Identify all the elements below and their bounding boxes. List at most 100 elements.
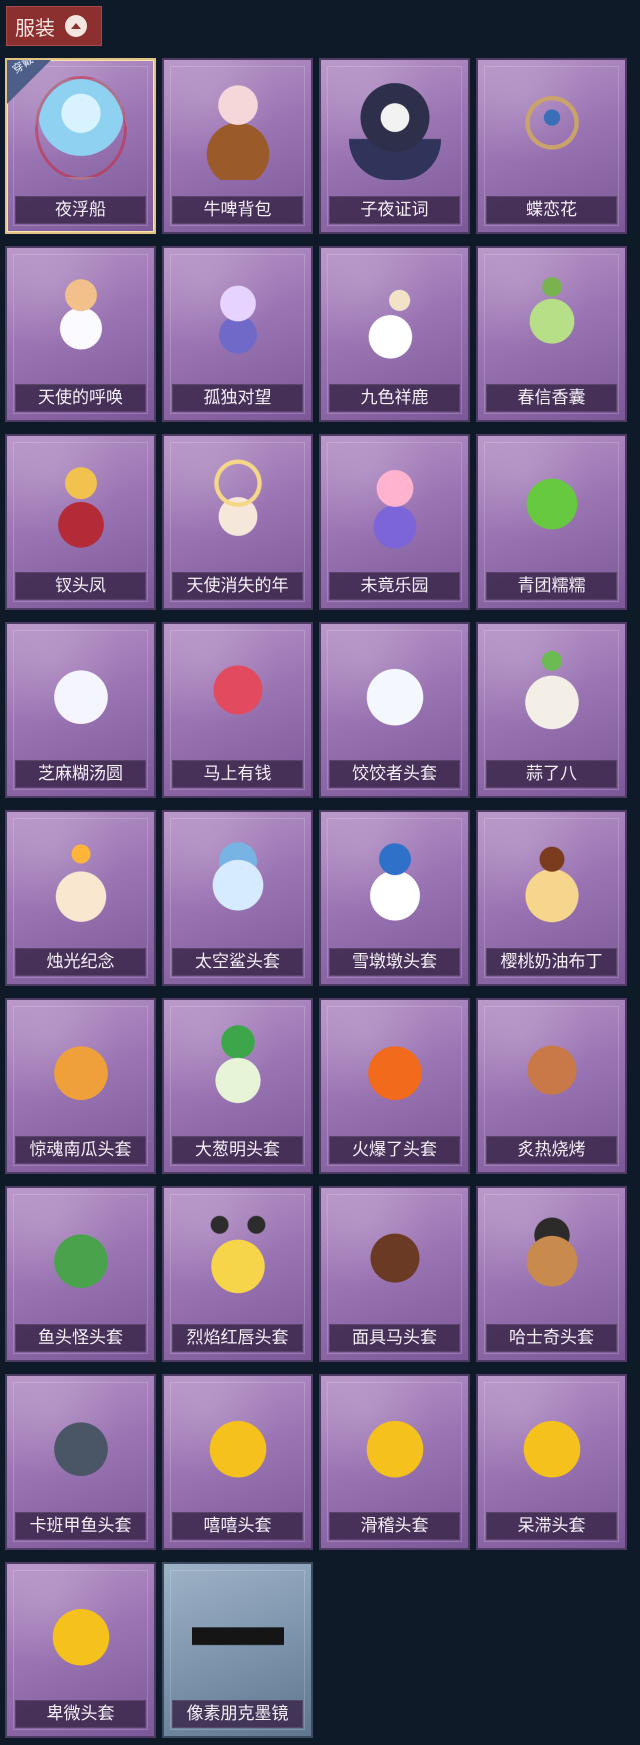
fire-icon <box>349 1016 441 1120</box>
dog-icon <box>506 1204 598 1308</box>
costume-card[interactable]: 大葱明头套 <box>162 998 313 1174</box>
costume-name: 火爆了头套 <box>329 1136 460 1164</box>
costume-name: 雪墩墩头套 <box>329 948 460 976</box>
costume-name: 卑微头套 <box>15 1700 146 1728</box>
costume-card[interactable]: 鱼头怪头套 <box>5 1186 156 1362</box>
costume-card[interactable]: 未竟乐园 <box>319 434 470 610</box>
costume-card[interactable]: 蝶恋花 <box>476 58 627 234</box>
emoji-icon <box>35 1580 127 1684</box>
costume-name: 炙热烧烤 <box>486 1136 617 1164</box>
costume-card[interactable]: 钗头凤 <box>5 434 156 610</box>
garlic-icon <box>506 640 598 744</box>
costume-name: 夜浮船 <box>15 196 146 224</box>
costume-name: 牛啤背包 <box>172 196 303 224</box>
costume-name: 钗头凤 <box>15 572 146 600</box>
meat-icon <box>506 1016 598 1120</box>
costume-card[interactable]: 呆滞头套 <box>476 1374 627 1550</box>
chevron-up-icon <box>65 15 87 37</box>
costume-name: 烛光纪念 <box>15 948 146 976</box>
pink-icon <box>349 452 441 556</box>
costume-card[interactable]: 樱桃奶油布丁 <box>476 810 627 986</box>
costume-name: 天使的呼唤 <box>15 384 146 412</box>
costume-card[interactable]: 饺饺者头套 <box>319 622 470 798</box>
costume-card[interactable]: 烛光纪念 <box>5 810 156 986</box>
costume-card[interactable]: 惊魂南瓜头套 <box>5 998 156 1174</box>
emoji-icon <box>506 1392 598 1496</box>
candle-icon <box>35 828 127 932</box>
costume-card[interactable]: 春信香囊 <box>476 246 627 422</box>
horse-icon <box>349 1204 441 1308</box>
costume-card[interactable]: 芝麻糊汤圆 <box>5 622 156 798</box>
costume-card[interactable]: 太空鲨头套 <box>162 810 313 986</box>
costume-card[interactable]: 马上有钱 <box>162 622 313 798</box>
costume-card[interactable]: 牛啤背包 <box>162 58 313 234</box>
crown-icon <box>35 452 127 556</box>
flower-icon <box>506 76 598 180</box>
owl-icon <box>349 76 441 180</box>
costume-header-button[interactable]: 服装 <box>6 6 102 46</box>
costume-name: 樱桃奶油布丁 <box>486 948 617 976</box>
costume-card[interactable]: 滑稽头套 <box>319 1374 470 1550</box>
costume-card[interactable]: 面具马头套 <box>319 1186 470 1362</box>
costume-name: 滑稽头套 <box>329 1512 460 1540</box>
costume-name: 饺饺者头套 <box>329 760 460 788</box>
costume-name: 大葱明头套 <box>172 1136 303 1164</box>
costume-card[interactable]: 像素朋克墨镜 <box>162 1562 313 1738</box>
costume-name: 蝶恋花 <box>486 196 617 224</box>
costume-name: 蒜了八 <box>486 760 617 788</box>
costume-card[interactable]: 天使的呼唤 <box>5 246 156 422</box>
emoji-icon <box>349 1392 441 1496</box>
costume-card[interactable]: 哈士奇头套 <box>476 1186 627 1362</box>
bag-icon <box>506 264 598 368</box>
costume-card[interactable]: 雪墩墩头套 <box>319 810 470 986</box>
pika-icon <box>192 1204 284 1308</box>
costume-card[interactable]: 嘻嘻头套 <box>162 1374 313 1550</box>
costume-card[interactable]: 孤独对望 <box>162 246 313 422</box>
costume-card[interactable]: 火爆了头套 <box>319 998 470 1174</box>
costume-name: 哈士奇头套 <box>486 1324 617 1352</box>
costume-name: 青团糯糯 <box>486 572 617 600</box>
costume-name: 面具马头套 <box>329 1324 460 1352</box>
costume-card[interactable]: 烈焰红唇头套 <box>162 1186 313 1362</box>
costume-grid: 穿戴 夜浮船 牛啤背包 子夜证词 蝶恋花天使的呼唤 孤独对望 九色祥鹿 春信香囊钗头凤 天使消失… <box>5 58 635 1738</box>
green-icon <box>506 452 598 556</box>
costume-name: 马上有钱 <box>172 760 303 788</box>
costume-name: 芝麻糊汤圆 <box>15 760 146 788</box>
costume-card[interactable]: 蒜了八 <box>476 622 627 798</box>
leek-icon <box>192 1016 284 1120</box>
costume-card[interactable]: 卡班甲鱼头套 <box>5 1374 156 1550</box>
pudding-icon <box>506 828 598 932</box>
costume-name: 嘻嘻头套 <box>172 1512 303 1540</box>
costume-name: 惊魂南瓜头套 <box>15 1136 146 1164</box>
cloud-icon <box>349 640 441 744</box>
costume-card[interactable]: 天使消失的年 <box>162 434 313 610</box>
redhorse-icon <box>192 640 284 744</box>
doll-icon <box>192 264 284 368</box>
costume-card[interactable]: 卑微头套 <box>5 1562 156 1738</box>
fish-icon <box>35 1204 127 1308</box>
costume-name: 天使消失的年 <box>172 572 303 600</box>
cow-icon <box>192 76 284 180</box>
costume-name: 像素朋克墨镜 <box>172 1700 303 1728</box>
costume-name: 鱼头怪头套 <box>15 1324 146 1352</box>
costume-name: 子夜证词 <box>329 196 460 224</box>
costume-name: 烈焰红唇头套 <box>172 1324 303 1352</box>
pumpkin-icon <box>35 1016 127 1120</box>
costume-name: 卡班甲鱼头套 <box>15 1512 146 1540</box>
costume-name: 孤独对望 <box>172 384 303 412</box>
costume-card[interactable]: 炙热烧烤 <box>476 998 627 1174</box>
costume-card[interactable]: 子夜证词 <box>319 58 470 234</box>
costume-card[interactable]: 青团糯糯 <box>476 434 627 610</box>
costume-card[interactable]: 九色祥鹿 <box>319 246 470 422</box>
shark-icon <box>192 828 284 932</box>
halo-icon <box>192 452 284 556</box>
whale-icon <box>35 1392 127 1496</box>
costume-name: 呆滞头套 <box>486 1512 617 1540</box>
costume-card[interactable]: 穿戴 夜浮船 <box>5 58 156 234</box>
costume-name: 春信香囊 <box>486 384 617 412</box>
costume-name: 太空鲨头套 <box>172 948 303 976</box>
header-label: 服装 <box>15 15 55 40</box>
costume-name: 未竟乐园 <box>329 572 460 600</box>
glasses-icon <box>192 1580 284 1684</box>
costume-name: 九色祥鹿 <box>329 384 460 412</box>
